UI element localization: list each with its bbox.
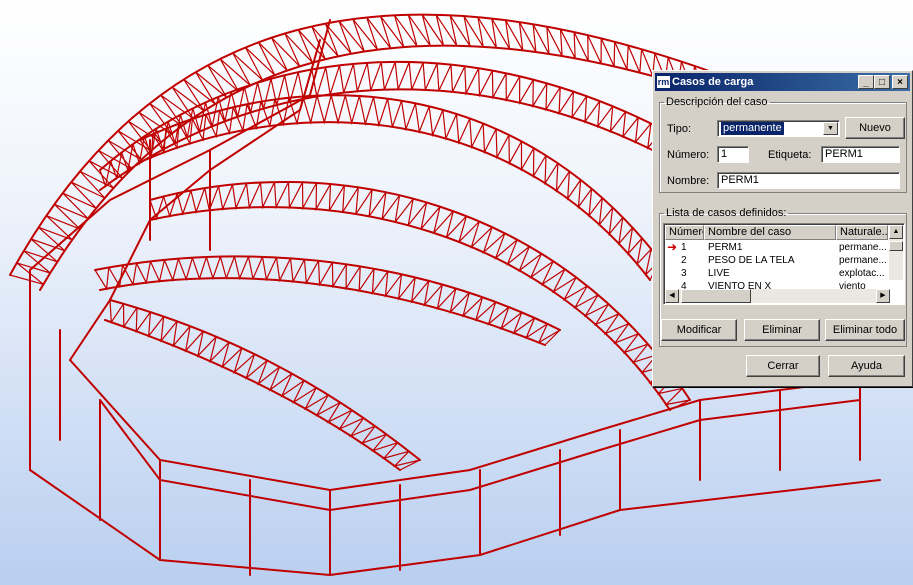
column-header-naturaleza[interactable]: Naturale... <box>836 225 888 240</box>
row-number: 3 <box>681 268 687 279</box>
column-header-nombre[interactable]: Nombre del caso <box>704 225 836 240</box>
modificar-button[interactable]: Modificar <box>661 319 737 341</box>
column-header-numero[interactable]: Número <box>665 225 704 240</box>
hscroll-thumb[interactable] <box>681 289 751 303</box>
close-icon[interactable]: × <box>892 75 908 89</box>
arch-1-outer <box>9 13 761 276</box>
arch-6-outer <box>109 299 421 461</box>
dialog-titlebar[interactable]: rm Casos de carga _ □ × <box>655 73 910 91</box>
truss-web-members <box>99 61 701 189</box>
maximize-icon[interactable]: □ <box>874 75 890 89</box>
row-name: PESO DE LA TELA <box>708 255 795 266</box>
minimize-icon[interactable]: _ <box>858 75 874 89</box>
robot-app-icon: rm <box>657 76 670 88</box>
tipo-selected-value: permanente <box>721 122 784 135</box>
defined-cases-legend: Lista de casos definidos: <box>666 207 787 219</box>
left-perimeter-beam <box>29 19 331 271</box>
vertical-scrollbar[interactable]: ▲ <box>889 225 903 280</box>
current-row-arrow-icon: ➜ <box>667 242 678 253</box>
nombre-label: Nombre: <box>667 175 710 187</box>
scroll-thumb[interactable] <box>889 241 903 251</box>
row-nature: permane... <box>839 255 887 266</box>
etiqueta-field[interactable]: PERM1 <box>821 146 900 163</box>
table-row[interactable]: 3 LIVE explotac... <box>665 268 889 280</box>
table-row[interactable]: ➜ 1 PERM1 permane... <box>665 242 889 254</box>
case-description-legend: Descripción del caso <box>666 96 768 108</box>
cerrar-button[interactable]: Cerrar <box>746 355 820 377</box>
cases-list[interactable]: Número Nombre del caso Naturale... ➜ 1 P… <box>663 223 905 305</box>
numero-label: Número: <box>667 149 710 161</box>
ayuda-button[interactable]: Ayuda <box>828 355 905 377</box>
table-row[interactable]: 2 PESO DE LA TELA permane... <box>665 255 889 267</box>
eliminar-button[interactable]: Eliminar <box>744 319 820 341</box>
truss-web-members <box>109 299 421 471</box>
row-number: 2 <box>681 255 687 266</box>
tipo-select[interactable]: permanente ▼ <box>717 120 840 137</box>
base-beam <box>29 469 881 577</box>
dialog-title: Casos de carga <box>672 76 754 88</box>
scroll-up-icon[interactable]: ▲ <box>889 225 903 239</box>
truss-web-members <box>149 181 691 411</box>
chevron-down-icon[interactable]: ▼ <box>823 122 838 135</box>
row-nature: explotac... <box>839 268 885 279</box>
numero-field[interactable]: 1 <box>717 146 749 163</box>
load-cases-dialog: rm Casos de carga _ □ × Descripción del … <box>652 70 913 387</box>
tipo-label: Tipo: <box>667 123 692 135</box>
row-name: LIVE <box>708 268 730 279</box>
scroll-right-icon[interactable]: ▶ <box>876 289 890 303</box>
arch-4-inner <box>149 206 671 411</box>
row-name: PERM1 <box>708 242 743 253</box>
horizontal-scrollbar[interactable]: ◀ ▶ <box>665 289 890 303</box>
nuevo-button[interactable]: Nuevo <box>845 117 905 139</box>
eliminar-todo-button[interactable]: Eliminar todo <box>825 319 905 341</box>
nombre-field[interactable]: PERM1 <box>717 172 900 189</box>
scroll-left-icon[interactable]: ◀ <box>665 289 679 303</box>
row-number: 1 <box>681 242 687 253</box>
row-nature: permane... <box>839 242 887 253</box>
etiqueta-label: Etiqueta: <box>768 149 812 161</box>
